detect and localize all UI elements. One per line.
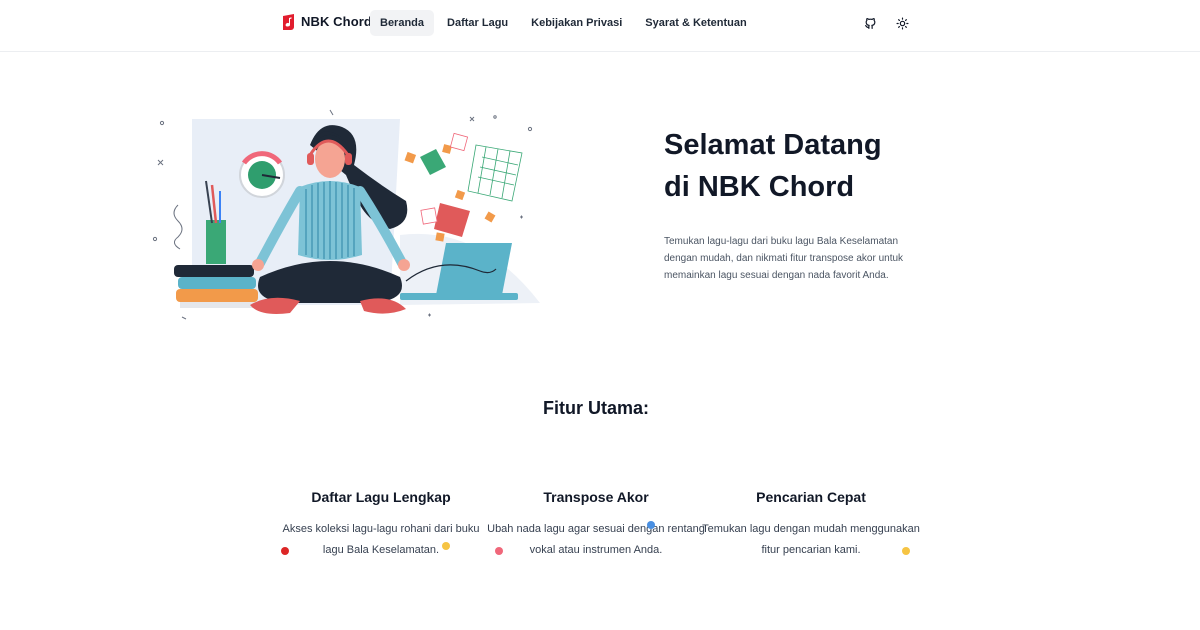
sun-icon: [895, 16, 909, 30]
hero-title-highlight: NBK: [697, 166, 761, 208]
feature-title: Transpose Akor: [543, 489, 649, 505]
feature-card-transpose-akor: Transpose Akor Ubah nada lagu agar sesua…: [486, 489, 706, 560]
hero-title-prefix: di: [664, 171, 698, 203]
nbk-logo-icon: [283, 14, 294, 30]
nav-item-beranda[interactable]: Beranda: [370, 10, 435, 36]
feature-card-pencarian-cepat: Pencarian Cepat Temukan lagu dengan muda…: [701, 489, 921, 560]
site-header: NBK Chord Beranda Daftar Lagu Kebijakan …: [0, 0, 1200, 52]
github-button[interactable]: [860, 13, 880, 33]
features-title: Fitur Utama:: [542, 398, 649, 418]
nav-item-syarat-ketentuan[interactable]: Syarat & Ketentuan: [635, 10, 756, 36]
brand-name: NBK Chord: [301, 14, 372, 29]
feature-title: Daftar Lagu Lengkap: [311, 489, 451, 505]
hero-title: Selamat Datang di NBK Chord: [664, 124, 944, 208]
hero-illustration: [152, 109, 540, 320]
hero-title-suffix: Chord: [760, 171, 855, 203]
github-icon: [864, 17, 875, 29]
decorative-dot: [495, 547, 503, 555]
nav-item-daftar-lagu[interactable]: Daftar Lagu: [437, 10, 518, 36]
decorative-dot: [281, 547, 289, 555]
brand-link[interactable]: NBK Chord: [281, 13, 372, 30]
hero-title-line2: di NBK Chord: [664, 166, 944, 208]
nav-item-kebijakan-privasi[interactable]: Kebijakan Privasi: [521, 10, 632, 36]
decorative-dot: [647, 521, 655, 529]
feature-card-daftar-lagu: Daftar Lagu Lengkap Akses koleksi lagu-l…: [271, 489, 491, 560]
decorative-dot: [442, 542, 450, 550]
feature-description: Temukan lagu dengan mudah menggunakan fi…: [702, 523, 920, 556]
main-nav: Beranda Daftar Lagu Kebijakan Privasi Sy…: [370, 10, 760, 36]
theme-toggle-button[interactable]: [892, 13, 912, 33]
decorative-dot: [902, 547, 910, 555]
feature-description: Akses koleksi lagu-lagu rohani dari buku…: [282, 523, 480, 556]
feature-title: Pencarian Cepat: [756, 489, 866, 505]
header-actions: [860, 13, 912, 33]
feature-description: Ubah nada lagu agar sesuai dengan rentan…: [487, 523, 705, 556]
hero-title-line1: Selamat Datang: [664, 129, 882, 161]
hero-description: Temukan lagu-lagu dari buku lagu Bala Ke…: [664, 236, 904, 281]
